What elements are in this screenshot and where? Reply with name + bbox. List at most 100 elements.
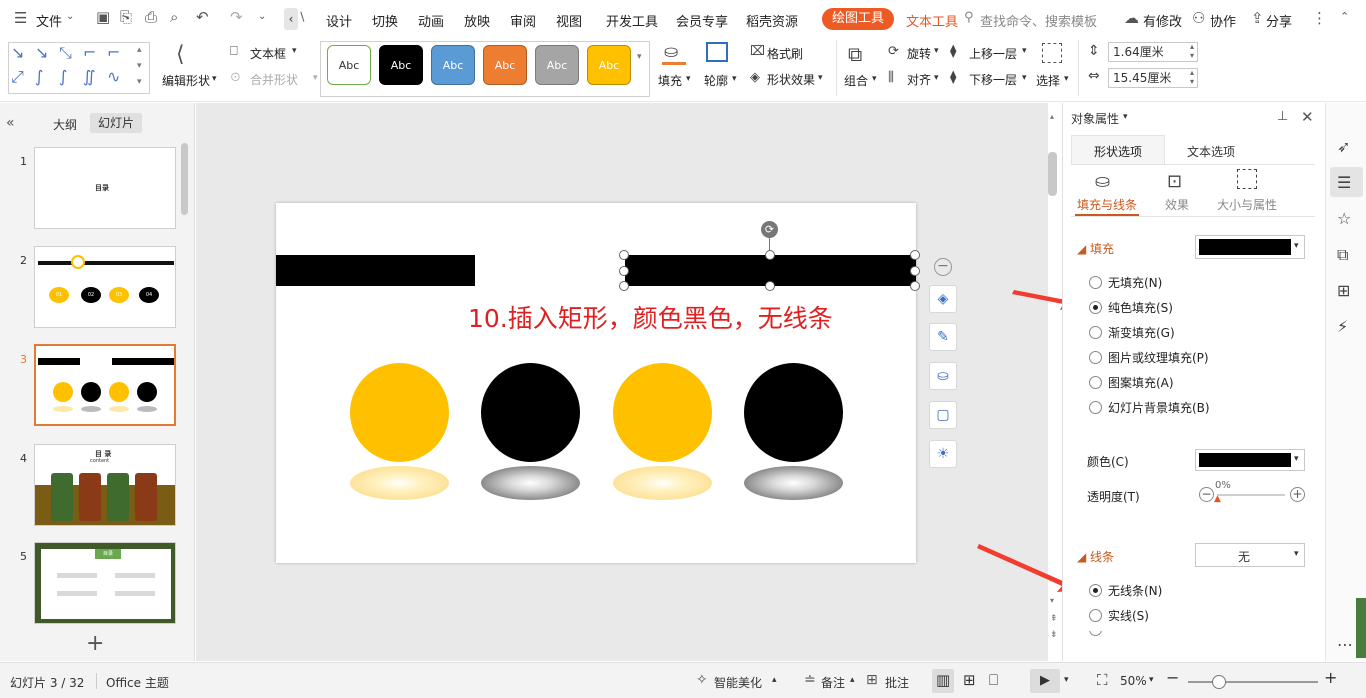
- fill-option-radio[interactable]: 渐变填充(G): [1089, 324, 1175, 341]
- file-menu[interactable]: 文件: [36, 11, 62, 30]
- fill-button[interactable]: 填充: [658, 72, 682, 89]
- shape-style-preset[interactable]: Abc: [327, 45, 371, 85]
- tab-text-tools[interactable]: 文本工具: [906, 11, 958, 30]
- size-properties-icon[interactable]: [1237, 169, 1257, 189]
- tab-shape-options[interactable]: 形状选项: [1071, 135, 1165, 165]
- smart-beautify-chevron-icon[interactable]: ▴: [772, 675, 777, 685]
- merge-shape-button[interactable]: 合并形状: [250, 71, 298, 88]
- more-options-icon[interactable]: ⋮: [1312, 11, 1327, 26]
- play-slideshow-icon[interactable]: ▶: [1030, 669, 1060, 693]
- shape-height-input[interactable]: 1.64厘米: [1108, 42, 1198, 62]
- select-chevron-icon[interactable]: ▾: [1064, 74, 1069, 84]
- gray-shadow-ellipse[interactable]: [481, 466, 580, 500]
- notes-button[interactable]: 备注: [821, 674, 845, 691]
- properties-sliders-icon[interactable]: ☰: [1337, 173, 1351, 192]
- select-button[interactable]: 选择: [1036, 72, 1060, 89]
- pin-icon[interactable]: ⊥: [1277, 109, 1288, 124]
- text-box-button[interactable]: 文本框: [250, 45, 286, 62]
- tab-outline[interactable]: 大纲: [53, 116, 77, 133]
- reading-view-icon[interactable]: ⎕: [989, 671, 998, 689]
- zoom-in-icon[interactable]: +: [1324, 668, 1337, 687]
- zoom-slider-track[interactable]: [1188, 681, 1318, 683]
- line-type-dropdown[interactable]: 无 ▾: [1195, 543, 1305, 567]
- collapse-panel-icon[interactable]: «: [6, 115, 15, 131]
- radio-button[interactable]: [1089, 351, 1102, 364]
- bring-forward-chevron-icon[interactable]: ▾: [1022, 46, 1027, 56]
- line-shape-gallery[interactable]: ↘ ↘ ⤡ ⌐ ⌐ ⤢ ∫ ∫ ∬ ∿ ▴ ▾ ▾: [8, 42, 150, 94]
- menu-tab[interactable]: 审阅: [510, 11, 536, 30]
- height-stepper-icon[interactable]: ▴ ▾: [1190, 42, 1194, 60]
- export-pdf-icon[interactable]: ⎘: [120, 10, 132, 25]
- next-slide-icon[interactable]: ⇟: [1050, 630, 1058, 640]
- arrow-shape-icon[interactable]: ↘: [35, 43, 48, 62]
- panel-title-chevron-icon[interactable]: ▾: [1123, 112, 1128, 122]
- rotate-icon[interactable]: ⟳: [888, 44, 899, 59]
- smart-tool-icon[interactable]: ⚡: [1337, 317, 1348, 336]
- shape-style-preset[interactable]: Abc: [483, 45, 527, 85]
- theme-name[interactable]: Office 主题: [106, 674, 169, 691]
- elbow-connector-icon[interactable]: ⌐: [83, 43, 96, 62]
- edit-shape-icon[interactable]: ⟨: [176, 42, 185, 67]
- slide-thumbnail-4[interactable]: 目 录 content: [34, 444, 176, 526]
- comment-icon[interactable]: ⊞: [866, 672, 878, 688]
- modified-status[interactable]: 有修改: [1143, 11, 1182, 30]
- decrease-transparency-icon[interactable]: −: [1199, 487, 1214, 502]
- add-slide-icon[interactable]: +: [86, 631, 104, 656]
- fill-option-radio[interactable]: 图案填充(A): [1089, 374, 1174, 391]
- line-option-radio[interactable]: 实线(S): [1089, 607, 1149, 624]
- slideshow-chevron-icon[interactable]: ▾: [1064, 675, 1069, 685]
- customize-chevron-icon[interactable]: ⌄: [258, 12, 266, 22]
- smart-beautify-button[interactable]: 智能美化: [714, 674, 762, 691]
- align-icon[interactable]: ⫼: [888, 70, 894, 85]
- search-input[interactable]: 查找命令、搜索模板: [980, 11, 1097, 30]
- slide-thumbnail-2[interactable]: 01 02 03 04: [34, 246, 176, 328]
- yellow-shadow-ellipse[interactable]: [350, 466, 449, 500]
- save-icon[interactable]: ▣: [96, 10, 110, 25]
- notes-chevron-icon[interactable]: ▴: [850, 675, 855, 685]
- tab-text-options[interactable]: 文本选项: [1187, 143, 1235, 160]
- line-shape-icon[interactable]: ↘: [11, 43, 24, 62]
- width-stepper-icon[interactable]: ▴ ▾: [1190, 68, 1194, 86]
- resize-handle[interactable]: [619, 281, 629, 291]
- scroll-down-icon[interactable]: ▾: [137, 61, 142, 71]
- shape-style-preset[interactable]: Abc: [431, 45, 475, 85]
- black-rectangle-left[interactable]: [276, 255, 475, 286]
- effect-icon[interactable]: ⊡: [1167, 171, 1182, 192]
- collapse-quick-tools-icon[interactable]: −: [934, 258, 952, 276]
- zoom-out-icon[interactable]: −: [1166, 668, 1179, 687]
- shape-style-preset[interactable]: Abc: [587, 45, 631, 85]
- curved-double-arrow-icon[interactable]: ∬: [83, 67, 96, 86]
- thumbnail-scrollbar[interactable]: [181, 143, 188, 215]
- rotate-button[interactable]: 旋转: [907, 45, 931, 62]
- print-preview-icon[interactable]: ⌕: [170, 10, 178, 25]
- shape-style-preset[interactable]: Abc: [379, 45, 423, 85]
- redo-icon[interactable]: ↷: [230, 10, 243, 25]
- radio-button[interactable]: [1089, 609, 1102, 622]
- fill-bucket-icon[interactable]: ⛀: [929, 362, 957, 390]
- yellow-shadow-ellipse[interactable]: [613, 466, 712, 500]
- black-circle[interactable]: [481, 363, 580, 462]
- align-chevron-icon[interactable]: ▾: [934, 73, 939, 83]
- slide-sorter-icon[interactable]: ⊞: [963, 671, 976, 689]
- slide-thumbnail-1[interactable]: 目录: [34, 147, 176, 229]
- radio-button[interactable]: [1089, 326, 1102, 339]
- black-circle[interactable]: [744, 363, 843, 462]
- rotate-chevron-icon[interactable]: ▾: [934, 46, 939, 56]
- fill-chevron-icon[interactable]: ▾: [686, 74, 691, 84]
- rocket-icon[interactable]: ➶: [1337, 137, 1350, 156]
- fill-section-toggle[interactable]: ◢ 填充: [1077, 240, 1114, 257]
- tab-drawing-tools[interactable]: 绘图工具: [822, 8, 895, 30]
- transparency-slider-track[interactable]: [1217, 494, 1285, 496]
- collapse-ribbon-icon[interactable]: ⌃: [1340, 11, 1349, 22]
- text-box-chevron-icon[interactable]: ▾: [292, 46, 297, 56]
- outline-icon[interactable]: [706, 42, 728, 62]
- fill-line-icon[interactable]: ⛀: [1095, 171, 1110, 192]
- send-backward-button[interactable]: 下移一层: [969, 71, 1017, 88]
- line-option-radio[interactable]: 无线条(N): [1089, 582, 1162, 599]
- radio-button[interactable]: [1089, 276, 1102, 289]
- previous-slide-icon[interactable]: ⇞: [1050, 614, 1058, 624]
- align-button[interactable]: 对齐: [907, 71, 931, 88]
- bring-forward-icon[interactable]: ⧫: [950, 44, 956, 59]
- format-painter-button[interactable]: 格式刷: [767, 45, 803, 62]
- outline-button[interactable]: 轮廓: [704, 72, 728, 89]
